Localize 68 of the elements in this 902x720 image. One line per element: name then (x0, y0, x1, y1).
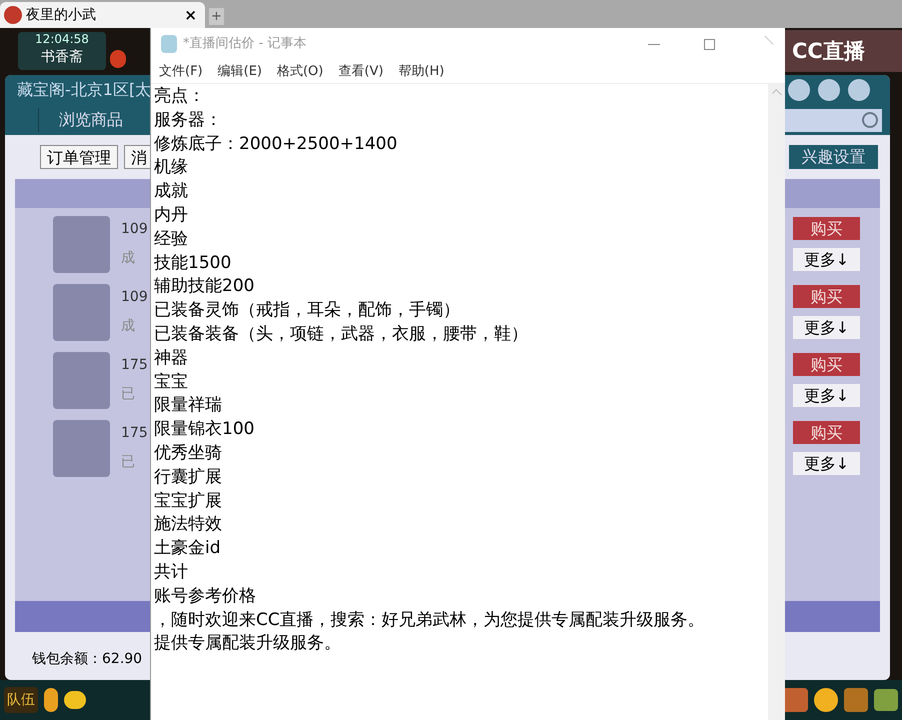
listing-level: 109 (121, 288, 148, 307)
text-line: 施法特效 (154, 513, 222, 536)
team-button[interactable]: 队伍 (4, 687, 38, 713)
maximize-icon[interactable] (704, 38, 715, 50)
clock-time: 12:04:58 (35, 32, 89, 47)
text-line: 内丹 (154, 204, 188, 227)
menu-item[interactable]: 格式(O) (276, 62, 324, 82)
menu-item[interactable]: 文件(F) (159, 62, 203, 82)
browser-tab[interactable]: 夜里的小武 × (0, 2, 205, 28)
search-field[interactable] (782, 108, 882, 132)
text-line: 已装备灵饰（戒指，耳朵，配饰，手镯） (154, 299, 460, 322)
listing-status: 成 (121, 317, 135, 336)
menu-item[interactable]: 编辑(E) (218, 62, 262, 82)
wallet-balance: 钱包余额：62.90 (32, 650, 144, 669)
listing-level: 175 (121, 356, 148, 375)
text-line: 已装备装备（头，项链，武器，衣服，腰带，鞋） (154, 322, 528, 346)
text-line: 提供专属配装升级服务。 (154, 632, 341, 656)
text-line: 限量祥瑞 (154, 394, 222, 418)
text-line: 行囊扩展 (154, 466, 222, 489)
notepad-icon (161, 35, 177, 53)
buy-button[interactable]: 购买 (793, 421, 860, 444)
close-icon[interactable]: × (180, 4, 201, 26)
text-line: 亮点： (154, 85, 205, 108)
more-button[interactable]: 更多↓ (793, 248, 860, 271)
panel-title: 藏宝阁-北京1区[太 (16, 79, 152, 101)
text-line: 宝宝 (154, 370, 188, 394)
listing-level: 175 (121, 424, 148, 443)
nav-tab[interactable]: 浏览商品 (38, 108, 143, 132)
listing-status: 成 (121, 249, 135, 268)
character-avatar (53, 352, 110, 408)
text-line: 土豪金id (154, 537, 221, 560)
listing-status: 已 (121, 453, 135, 472)
text-line: 共计 (154, 560, 188, 584)
buy-button[interactable]: 购买 (793, 217, 860, 240)
location-name: 书香斋 (41, 48, 83, 67)
character-avatar (53, 420, 110, 476)
text-line: 成就 (154, 180, 188, 204)
more-button[interactable]: 更多↓ (793, 452, 860, 475)
character-avatar (53, 216, 110, 272)
text-line: 优秀坐骑 (154, 442, 222, 465)
more-button[interactable]: 更多↓ (793, 316, 860, 339)
search-icon (862, 112, 878, 128)
menu-item[interactable]: 查看(V) (338, 62, 384, 82)
text-line: 服务器： (154, 108, 222, 132)
text-line: 经验 (154, 228, 188, 251)
more-button[interactable]: 更多↓ (793, 384, 860, 407)
text-line: 限量锦衣100 (154, 418, 254, 442)
text-line: 技能1500 (154, 252, 232, 275)
text-line: ，随时欢迎来CC直播，搜索：好兄弟武林，为您提供专属配装升级服务。 (154, 608, 705, 632)
listing-status: 已 (121, 385, 135, 404)
text-line: 修炼底子：2000+2500+1400 (154, 132, 398, 156)
stream-logo: CC直播 (792, 38, 865, 65)
text-line: 机缘 (154, 156, 188, 180)
text-line: 宝宝扩展 (154, 490, 222, 513)
tab-title: 夜里的小武 (26, 6, 97, 24)
toolbar-button[interactable]: 订单管理 (40, 145, 118, 169)
listing-level: 109 (121, 220, 148, 239)
character-avatar (53, 284, 110, 340)
text-area[interactable]: 亮点： 服务器： 修炼底子：2000+2500+1400 机缘 成就 内丹 经验 技能1500 辅助技能200 已装备灵饰（戒指，耳朵，配饰，手镯） 已装备装备（头，项链，武器，衣服，腰带，鞋） 神器 宝宝 限量祥瑞 限量锦衣100 优秀坐骑 行囊扩展 宝宝扩展 施法特效 土豪金id 共计 账号参考价格 ，随时欢迎来CC直播，搜索：好兄弟武林，为您提供专属配装升级服务。 提供专属配装升级服务。 (151, 84, 768, 720)
new-tab-button[interactable]: + (209, 8, 224, 25)
text-line: 账号参考价格 (154, 584, 256, 608)
window-title: *直播间估价 - 记事本 (183, 35, 308, 54)
interest-settings-button[interactable]: 兴趣设置 (789, 145, 878, 169)
menu-item[interactable]: 帮助(H) (398, 62, 444, 82)
text-line: 辅助技能200 (154, 275, 254, 298)
text-line: 神器 (154, 346, 188, 370)
buy-button[interactable]: 购买 (793, 353, 860, 376)
buy-button[interactable]: 购买 (793, 285, 860, 308)
